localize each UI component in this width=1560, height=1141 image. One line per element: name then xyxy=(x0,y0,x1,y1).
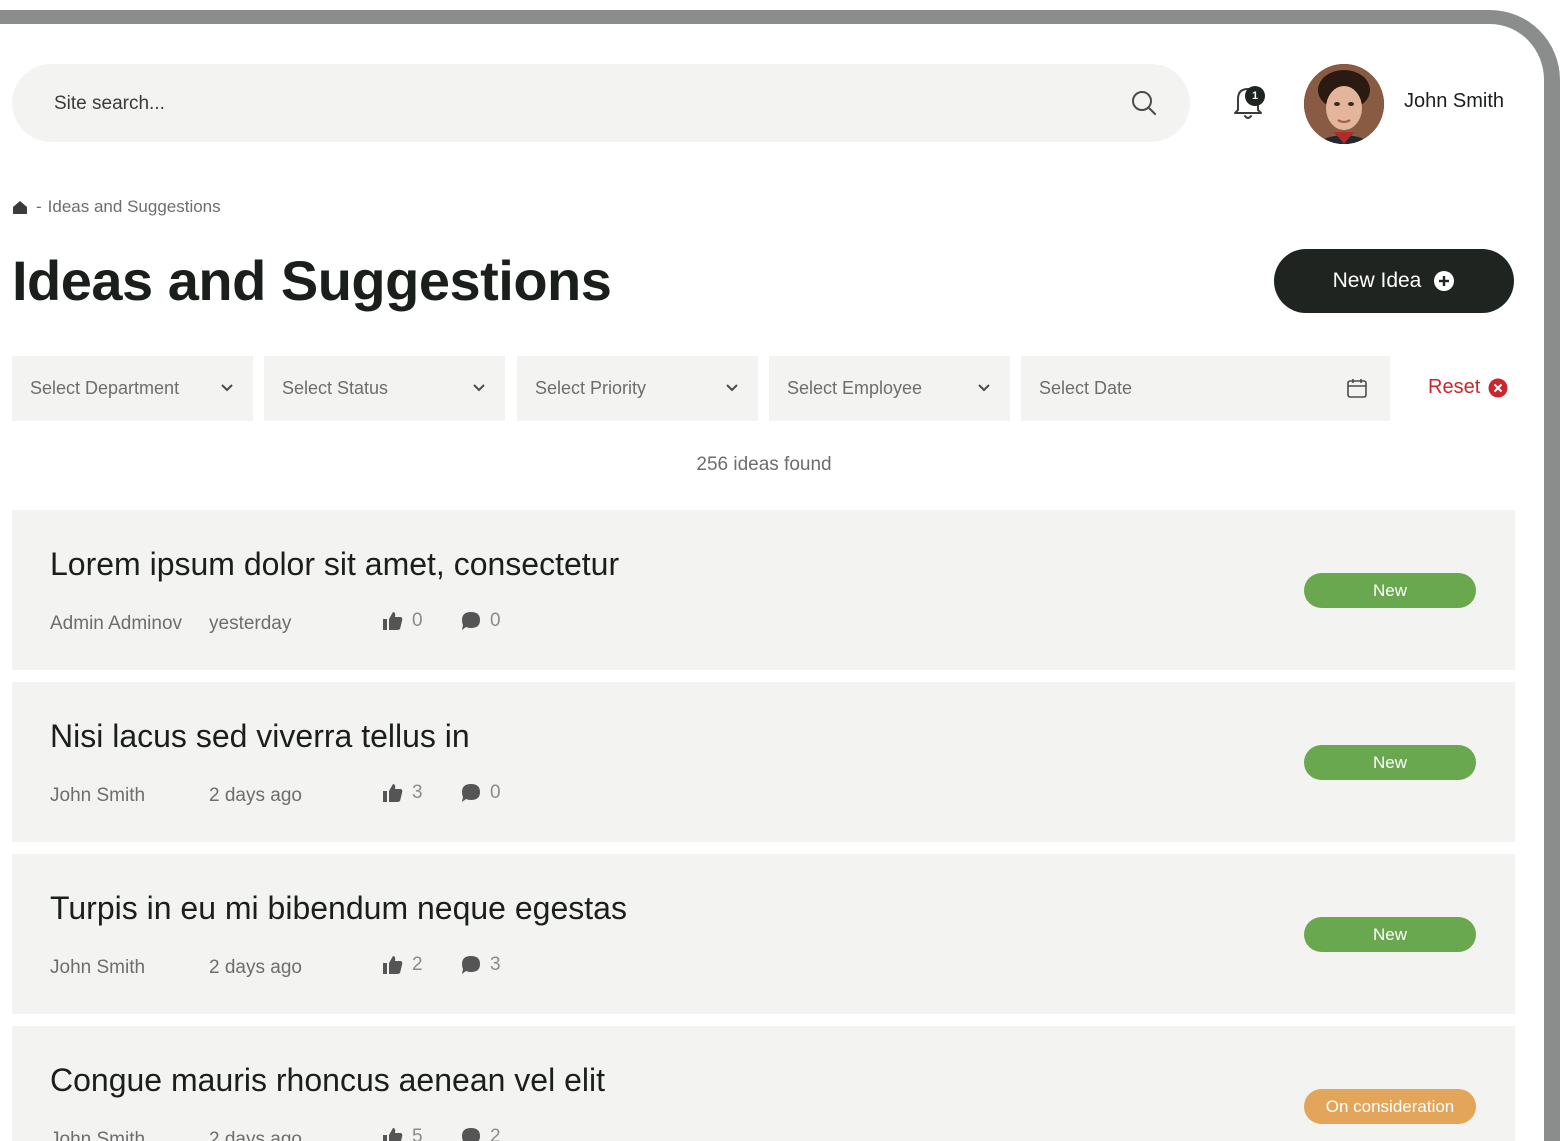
status-select-label: Select Status xyxy=(282,378,389,398)
idea-title[interactable]: Congue mauris rhoncus aenean vel elit xyxy=(50,1062,605,1099)
idea-card[interactable]: Congue mauris rhoncus aenean vel elit Jo… xyxy=(12,1026,1515,1141)
avatar-image xyxy=(1304,64,1384,144)
page-title: Ideas and Suggestions xyxy=(12,249,612,312)
chevron-down-icon xyxy=(221,384,233,392)
idea-comments[interactable]: 2 xyxy=(460,1126,501,1141)
priority-select-label: Select Priority xyxy=(535,378,647,398)
idea-author: John Smith xyxy=(50,1129,146,1141)
date-select[interactable]: Select Date xyxy=(1021,356,1390,421)
idea-likes-count: 3 xyxy=(412,782,423,803)
idea-likes[interactable]: 0 xyxy=(382,610,423,632)
idea-time: 2 days ago xyxy=(209,957,302,978)
idea-card[interactable]: Lorem ipsum dolor sit amet, consectetur … xyxy=(12,510,1515,670)
idea-author: John Smith xyxy=(50,785,146,806)
idea-time: yesterday xyxy=(209,613,292,634)
breadcrumb-current: Ideas and Suggestions xyxy=(47,197,221,216)
user-name[interactable]: John Smith xyxy=(1404,90,1504,113)
employee-select[interactable]: Select Employee xyxy=(769,356,1010,421)
idea-comments[interactable]: 3 xyxy=(460,954,501,976)
idea-comments[interactable]: 0 xyxy=(460,782,501,804)
status-badge: New xyxy=(1304,573,1476,608)
idea-likes-count: 0 xyxy=(412,610,423,631)
idea-author: Admin Adminov xyxy=(50,613,183,634)
idea-time: 2 days ago xyxy=(209,1129,302,1141)
search-icon[interactable] xyxy=(1130,89,1158,117)
calendar-icon xyxy=(1347,379,1367,398)
comment-icon xyxy=(462,612,480,630)
idea-comments-count: 0 xyxy=(490,610,501,631)
idea-comments-count: 3 xyxy=(490,954,501,975)
breadcrumb: - Ideas and Suggestions xyxy=(12,195,221,219)
thumbs-up-icon xyxy=(383,956,403,974)
status-badge: New xyxy=(1304,745,1476,780)
idea-time: 2 days ago xyxy=(209,785,302,806)
idea-card[interactable]: Turpis in eu mi bibendum neque egestas J… xyxy=(12,854,1515,1014)
comment-icon xyxy=(462,956,480,974)
idea-comments[interactable]: 0 xyxy=(460,610,501,632)
department-select-label: Select Department xyxy=(30,378,180,398)
date-select-label: Select Date xyxy=(1039,378,1133,398)
plus-circle-icon xyxy=(1434,271,1455,291)
idea-card[interactable]: Nisi lacus sed viverra tellus in John Sm… xyxy=(12,682,1515,842)
app-window: 1 John Smith - Ideas and Suggestions Ide… xyxy=(0,10,1560,1141)
idea-comments-count: 2 xyxy=(490,1126,501,1141)
chevron-down-icon xyxy=(978,384,990,392)
home-icon[interactable] xyxy=(12,199,28,215)
status-badge: New xyxy=(1304,917,1476,952)
priority-select[interactable]: Select Priority xyxy=(517,356,758,421)
status-select[interactable]: Select Status xyxy=(264,356,505,421)
results-count: 256 ideas found xyxy=(696,454,832,475)
new-idea-label: New Idea xyxy=(1332,269,1422,292)
idea-likes[interactable]: 2 xyxy=(382,954,423,976)
thumbs-up-icon xyxy=(383,612,403,630)
chevron-down-icon xyxy=(726,384,738,392)
idea-comments-count: 0 xyxy=(490,782,501,803)
idea-likes[interactable]: 5 xyxy=(382,1126,423,1141)
notification-badge: 1 xyxy=(1245,86,1265,106)
idea-author: John Smith xyxy=(50,957,146,978)
reset-label: Reset xyxy=(1428,376,1481,398)
chevron-down-icon xyxy=(473,384,485,392)
site-search xyxy=(12,64,1190,144)
department-select[interactable]: Select Department xyxy=(12,356,253,421)
avatar[interactable] xyxy=(1304,64,1384,144)
search-input[interactable] xyxy=(52,64,1096,144)
page-content: 1 John Smith - Ideas and Suggestions Ide… xyxy=(0,24,1544,1141)
status-badge: On consideration xyxy=(1304,1089,1476,1124)
idea-title[interactable]: Lorem ipsum dolor sit amet, consectetur xyxy=(50,546,619,583)
idea-likes-count: 2 xyxy=(412,954,423,975)
close-circle-icon xyxy=(1488,378,1508,397)
thumbs-up-icon xyxy=(383,1128,403,1141)
new-idea-button[interactable]: New Idea xyxy=(1274,249,1514,313)
thumbs-up-icon xyxy=(383,784,403,802)
breadcrumb-separator: - xyxy=(36,197,42,216)
idea-likes[interactable]: 3 xyxy=(382,782,423,804)
reset-button[interactable]: Reset xyxy=(1428,376,1508,399)
idea-likes-count: 5 xyxy=(412,1126,423,1141)
employee-select-label: Select Employee xyxy=(787,378,923,398)
idea-title[interactable]: Turpis in eu mi bibendum neque egestas xyxy=(50,890,627,927)
comment-icon xyxy=(462,784,480,802)
comment-icon xyxy=(462,1128,480,1141)
idea-title[interactable]: Nisi lacus sed viverra tellus in xyxy=(50,718,470,755)
